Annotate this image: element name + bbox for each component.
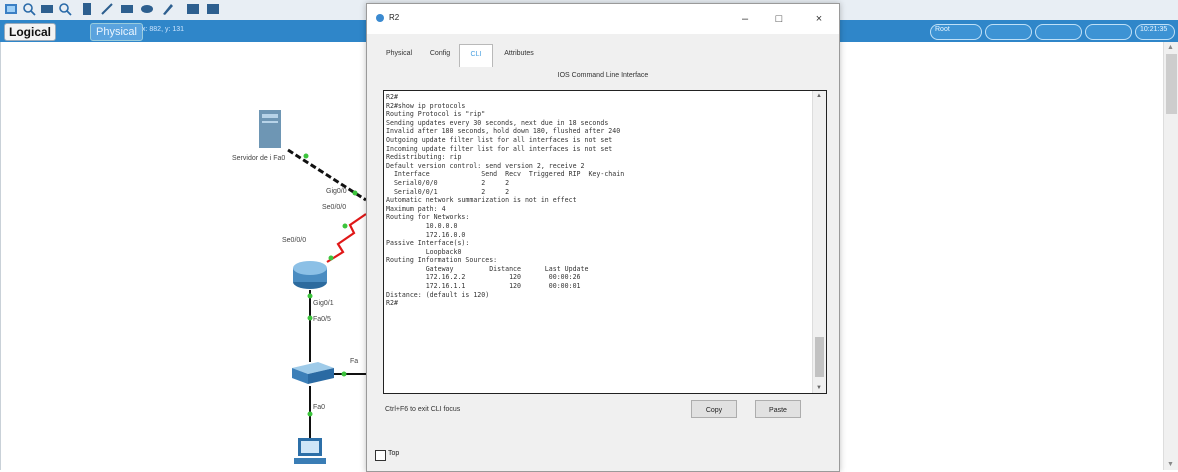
terminal-line: 172.16.2.2 120 00:00:26	[386, 273, 581, 282]
terminal-line: Serial0/0/1 2 2	[386, 187, 510, 196]
terminal-line: Automatic network summarization is not i…	[386, 196, 577, 205]
tab-physical-device[interactable]: Physical	[379, 44, 419, 64]
terminal-line: 10.0.0.0	[386, 221, 458, 230]
terminal-line: Loopback0	[386, 247, 462, 256]
terminal-line: 172.16.1.1 120 00:00:01	[386, 282, 581, 291]
terminal-line: R2#	[386, 299, 398, 308]
terminal-line: Invalid after 180 seconds, hold down 180…	[386, 127, 621, 136]
terminal-line: Routing Information Sources:	[386, 256, 498, 265]
cli-focus-hint: Ctrl+F6 to exit CLI focus	[385, 406, 461, 413]
router-config-window: R2 – □ × Physical Config CLI Attributes …	[366, 3, 840, 472]
cli-heading: IOS Command Line Interface	[557, 72, 649, 79]
scroll-up-icon[interactable]: ▲	[816, 93, 822, 99]
link-light	[342, 223, 348, 229]
gig00-label: Gig0/0	[326, 188, 347, 195]
close-icon[interactable]: ×	[807, 10, 831, 28]
se000-label: Se0/0/0	[322, 204, 347, 211]
window-titlebar[interactable]: R2 – □ ×	[367, 4, 839, 34]
terminal-line: Gateway Distance Last Update	[386, 264, 589, 273]
maximize-icon[interactable]: □	[767, 10, 791, 28]
link-light	[352, 190, 358, 196]
terminal-line: Sending updates every 30 seconds, next d…	[386, 118, 609, 127]
tab-config[interactable]: Config	[423, 44, 457, 64]
terminal-line: Serial0/0/0 2 2	[386, 178, 510, 187]
router-icon[interactable]	[293, 261, 327, 289]
pc-icon[interactable]	[294, 438, 326, 464]
fa0-pc-label: Fa0	[313, 404, 326, 411]
copy-button[interactable]: Copy	[691, 400, 737, 418]
fa05-label: Fa0/5	[313, 316, 331, 323]
cli-terminal[interactable]: R2# R2#show ip protocols Routing Protocol …	[383, 90, 827, 394]
terminal-line: R2#	[386, 93, 398, 101]
server-icon[interactable]	[259, 110, 281, 148]
server-label: Servidor de i Fa0	[232, 155, 286, 162]
terminal-scroll-thumb[interactable]	[815, 337, 824, 377]
fa-right-label: Fa	[350, 358, 359, 365]
terminal-line: Passive Interface(s):	[386, 239, 470, 248]
link-light	[307, 315, 313, 321]
minimize-icon[interactable]: –	[733, 10, 757, 28]
serial-link	[326, 213, 367, 263]
terminal-line: Redistributing: rip	[386, 153, 462, 162]
link-light	[341, 371, 347, 377]
terminal-line: Routing for Networks:	[386, 213, 470, 222]
paste-button[interactable]: Paste	[755, 400, 801, 418]
terminal-line: R2#show ip protocols	[386, 101, 466, 110]
terminal-line: Interface Send Recv Triggered RIP Key-ch…	[386, 170, 625, 179]
terminal-scrollbar[interactable]: ▲ ▼	[812, 91, 826, 393]
window-title: R2	[389, 13, 400, 22]
terminal-line: Incoming update filter list for all inte…	[386, 144, 613, 153]
terminal-output: R2# R2#show ip protocols Routing Protocol …	[386, 93, 624, 308]
top-checkbox-label: Top	[388, 450, 400, 457]
tab-cli[interactable]: CLI	[459, 44, 493, 67]
terminal-line: Outgoing update filter list for all inte…	[386, 135, 613, 144]
tab-attributes[interactable]: Attributes	[495, 44, 543, 64]
terminal-line: Routing Protocol is "rip"	[386, 110, 486, 119]
app-icon	[376, 14, 384, 22]
link-light	[303, 153, 309, 159]
gig01-label: Gig0/1	[313, 300, 334, 307]
terminal-line: Maximum path: 4	[386, 204, 446, 213]
se001-label: Se0/0/0	[282, 237, 307, 244]
scroll-down-icon[interactable]: ▼	[816, 385, 822, 391]
terminal-line: Distance: (default is 120)	[386, 290, 490, 299]
link-light	[307, 293, 313, 299]
terminal-line: Default version control: send version 2,…	[386, 161, 585, 170]
link-light	[328, 255, 334, 261]
link-light	[307, 411, 313, 417]
switch-icon[interactable]	[292, 362, 334, 384]
top-checkbox[interactable]	[375, 450, 386, 461]
terminal-line: 172.16.0.0	[386, 230, 466, 239]
